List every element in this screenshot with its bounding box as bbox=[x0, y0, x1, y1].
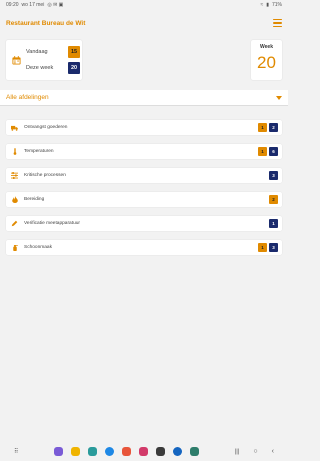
app-title: Restaurant Bureau de Wit bbox=[6, 19, 86, 27]
done-count-badge: 3 bbox=[269, 243, 278, 252]
truck-icon bbox=[11, 124, 18, 131]
week-count-badge: 20 bbox=[68, 62, 80, 74]
task-list-item[interactable]: Schoonmaak 1 3 bbox=[6, 240, 282, 255]
task-list-item[interactable]: Bereiding 2 bbox=[6, 192, 282, 207]
dock-app-icon[interactable] bbox=[88, 447, 98, 456]
department-filter[interactable]: Alle afdelingen bbox=[0, 90, 288, 106]
calendar-icon bbox=[12, 56, 21, 65]
hamburger-menu-icon[interactable] bbox=[273, 19, 282, 27]
thermometer-icon bbox=[11, 148, 18, 155]
today-label: Vandaag bbox=[26, 49, 48, 55]
dock-app-icon[interactable] bbox=[122, 447, 132, 456]
notification-icons: ◎ ✉ ▣ bbox=[47, 2, 64, 8]
item-badges: 16 bbox=[258, 147, 278, 156]
summary-card: Vandaag 15 Deze week 20 bbox=[6, 40, 82, 80]
task-list-item[interactable]: Kritische processen 3 bbox=[6, 168, 282, 183]
task-list-item[interactable]: Temperaturen 1 6 bbox=[6, 144, 282, 159]
week-label: Deze week bbox=[26, 65, 54, 71]
done-count-badge: 1 bbox=[269, 219, 278, 228]
status-date: wo 17 mei bbox=[21, 2, 45, 8]
done-count-badge: 6 bbox=[269, 147, 278, 156]
dock-app-icon[interactable] bbox=[173, 447, 183, 456]
task-list-item-label: Bereiding bbox=[24, 197, 45, 202]
done-count-badge: 3 bbox=[269, 171, 278, 180]
open-count-badge: 1 bbox=[258, 123, 267, 132]
dock-app-icon[interactable] bbox=[190, 447, 200, 456]
open-count-badge: 1 bbox=[258, 243, 267, 252]
item-badges: 3 bbox=[269, 171, 278, 180]
app-dock bbox=[54, 447, 200, 456]
battery-level: 71% bbox=[271, 2, 282, 8]
item-badges: 1 bbox=[269, 219, 278, 228]
spray-bottle-icon bbox=[11, 244, 18, 251]
dock-app-icon[interactable] bbox=[156, 447, 166, 456]
dock-app-icon[interactable] bbox=[105, 447, 115, 456]
status-bar: 09:20 wo 17 mei ◎ ✉ ▣ ≈ ▮ 71% bbox=[0, 0, 288, 10]
task-list-item-label: Ontvangst goederen bbox=[24, 125, 68, 130]
wifi-icon: ≈ bbox=[260, 2, 264, 8]
department-filter-label: Alle afdelingen bbox=[6, 94, 49, 101]
open-count-badge: 2 bbox=[269, 195, 278, 204]
task-list-item-label: Kritische processen bbox=[24, 173, 66, 178]
back-icon[interactable]: ‹ bbox=[272, 448, 274, 455]
week-row: Deze week 20 bbox=[26, 62, 80, 74]
app-drawer-icon[interactable]: ⠿ bbox=[14, 448, 18, 455]
item-badges: 13 bbox=[258, 243, 278, 252]
status-time: 09:20 bbox=[6, 2, 19, 8]
today-count-badge: 15 bbox=[68, 46, 80, 58]
system-nav-bar: ⠿ ||| ○ ‹ bbox=[0, 442, 288, 461]
item-badges: 2 bbox=[269, 195, 278, 204]
home-icon[interactable]: ○ bbox=[253, 448, 257, 455]
dock-app-icon[interactable] bbox=[71, 447, 81, 456]
task-list-item-label: Schoonmaak bbox=[24, 245, 52, 250]
flame-icon bbox=[11, 196, 18, 203]
today-row: Vandaag 15 bbox=[26, 46, 80, 58]
task-list-item-label: Temperaturen bbox=[24, 149, 54, 154]
week-card-label: Week bbox=[260, 44, 273, 50]
dropdown-arrow-icon bbox=[276, 95, 282, 100]
sliders-icon bbox=[11, 172, 18, 179]
item-badges: 12 bbox=[258, 123, 278, 132]
task-list-item[interactable]: Ontvangst goederen 1 2 bbox=[6, 120, 282, 135]
week-card-number: 20 bbox=[257, 53, 276, 72]
app-bar: Restaurant Bureau de Wit bbox=[0, 12, 288, 34]
task-list-item-label: Verificatie meetapparatuur bbox=[24, 221, 80, 226]
week-card: Week 20 bbox=[251, 40, 282, 80]
task-list-item[interactable]: Verificatie meetapparatuur 1 bbox=[6, 216, 282, 231]
dock-app-icon[interactable] bbox=[139, 447, 149, 456]
dock-app-icon[interactable] bbox=[54, 447, 64, 456]
recent-apps-icon[interactable]: ||| bbox=[235, 449, 240, 455]
pencil-icon bbox=[11, 220, 18, 227]
done-count-badge: 2 bbox=[269, 123, 278, 132]
signal-icon: ▮ bbox=[266, 2, 269, 8]
open-count-badge: 1 bbox=[258, 147, 267, 156]
